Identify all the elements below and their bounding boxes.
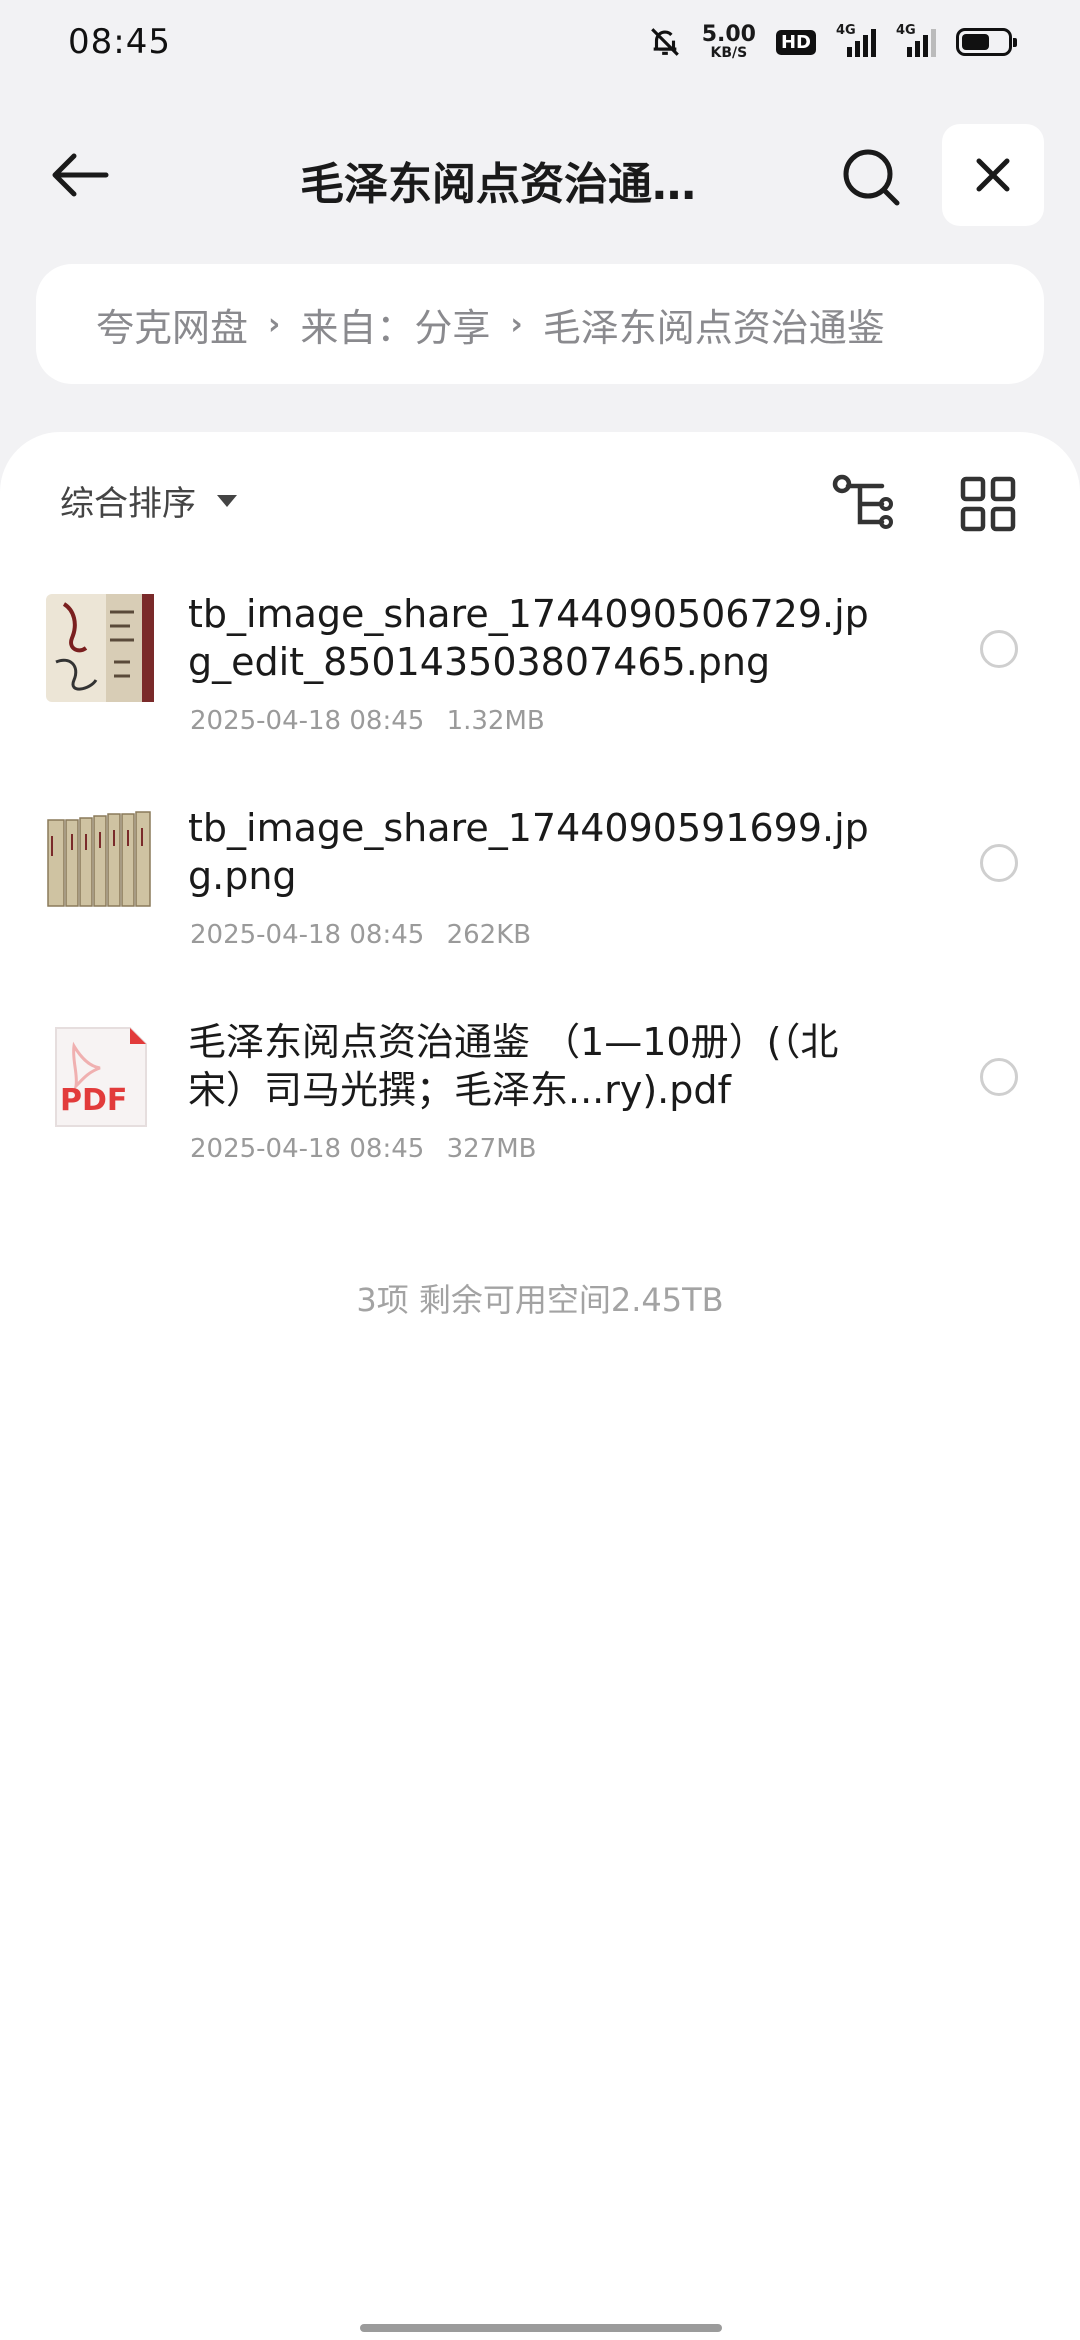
file-list: tb_image_share_1744090506729.jpg_edit_85… [0, 592, 1080, 1234]
net-speed-value: 5.00 [701, 22, 756, 47]
page-title: 毛泽东阅点资治通… [300, 159, 696, 210]
status-icons: 5.00 KB/S HD 4G 4G [648, 22, 1017, 61]
book-set-thumbnail [46, 808, 154, 916]
net-speed-unit: KB/S [710, 45, 748, 61]
search-icon [843, 149, 900, 206]
hd-badge: HD [775, 29, 816, 55]
battery-fill [962, 34, 990, 50]
quark-drive-folder-screen: 08:45 5.00 KB/S HD 4G 4G 毛泽东阅点资治通… 夸克网盘 … [0, 0, 1080, 2340]
file-name: tb_image_share_1744090591699.jpg.png [188, 806, 869, 898]
close-icon [976, 158, 1010, 192]
network-speed: 5.00 KB/S [701, 22, 756, 61]
sort-button[interactable]: 综合排序 [60, 476, 238, 525]
signal-icon: 4G [836, 23, 876, 57]
storage-summary: 3项 剩余可用空间2.45TB [356, 1281, 724, 1319]
back-button[interactable] [44, 142, 116, 208]
breadcrumb-separator: › [510, 306, 523, 342]
file-size: 327MB [446, 1134, 537, 1164]
breadcrumb-item-root[interactable]: 夸克网盘 [96, 297, 248, 352]
search-button[interactable] [836, 142, 906, 212]
chevron-down-icon [217, 494, 237, 507]
select-checkbox[interactable] [980, 844, 1018, 882]
file-item[interactable]: PDF 毛泽东阅点资治通鉴 （1—10册）(（北宋）司马光撰；毛泽东...ry)… [0, 1020, 1080, 1234]
bell-muted-icon [650, 28, 679, 56]
select-checkbox[interactable] [980, 1058, 1018, 1096]
file-item[interactable]: tb_image_share_1744090506729.jpg_edit_85… [0, 592, 1080, 806]
file-meta: 2025-04-18 08:45 1.32MB [190, 706, 545, 736]
back-arrow-icon [52, 153, 109, 197]
breadcrumb-item-share[interactable]: 来自：分享 [300, 297, 490, 352]
file-item[interactable]: tb_image_share_1744090591699.jpg.png 202… [0, 806, 1080, 1020]
title-bar: 毛泽东阅点资治通… [0, 120, 1080, 230]
file-date: 2025-04-18 08:45 [190, 706, 425, 736]
breadcrumb-item-current: 毛泽东阅点资治通鉴 [542, 305, 885, 350]
list-toolbar: 综合排序 [0, 432, 1080, 572]
file-date: 2025-04-18 08:45 [190, 920, 425, 950]
grid-view-icon[interactable] [960, 476, 1016, 532]
file-meta: 2025-04-18 08:45 327MB [190, 1134, 536, 1164]
close-button[interactable] [942, 124, 1044, 226]
sort-label: 综合排序 [60, 484, 196, 524]
home-indicator[interactable] [360, 2324, 722, 2332]
breadcrumb-separator: › [268, 306, 281, 342]
file-size: 262KB [446, 920, 532, 950]
file-meta: 2025-04-18 08:45 262KB [190, 920, 531, 950]
status-bar: 08:45 5.00 KB/S HD 4G 4G [0, 0, 1080, 84]
status-time: 08:45 [68, 22, 171, 62]
file-name: 毛泽东阅点资治通鉴 （1—10册）(（北宋）司马光撰；毛泽东...ry).pdf [188, 1020, 839, 1112]
breadcrumb: 夸克网盘 › 来自：分享 › 毛泽东阅点资治通鉴 [36, 264, 1044, 384]
tree-view-icon[interactable] [832, 474, 896, 538]
select-checkbox[interactable] [980, 630, 1018, 668]
battery-icon [956, 28, 1017, 56]
file-size: 1.32MB [446, 706, 545, 736]
file-name: tb_image_share_1744090506729.jpg_edit_85… [188, 592, 869, 684]
book-cover-thumbnail [46, 594, 154, 702]
signal-icon-2: 4G [896, 23, 936, 57]
pdf-label: PDF [60, 1083, 127, 1118]
file-date: 2025-04-18 08:45 [190, 1134, 425, 1164]
file-list-card: 综合排序 tb_image_share_1744090506729.jpg_ed… [0, 432, 1080, 2340]
pdf-icon: PDF [55, 1027, 147, 1127]
